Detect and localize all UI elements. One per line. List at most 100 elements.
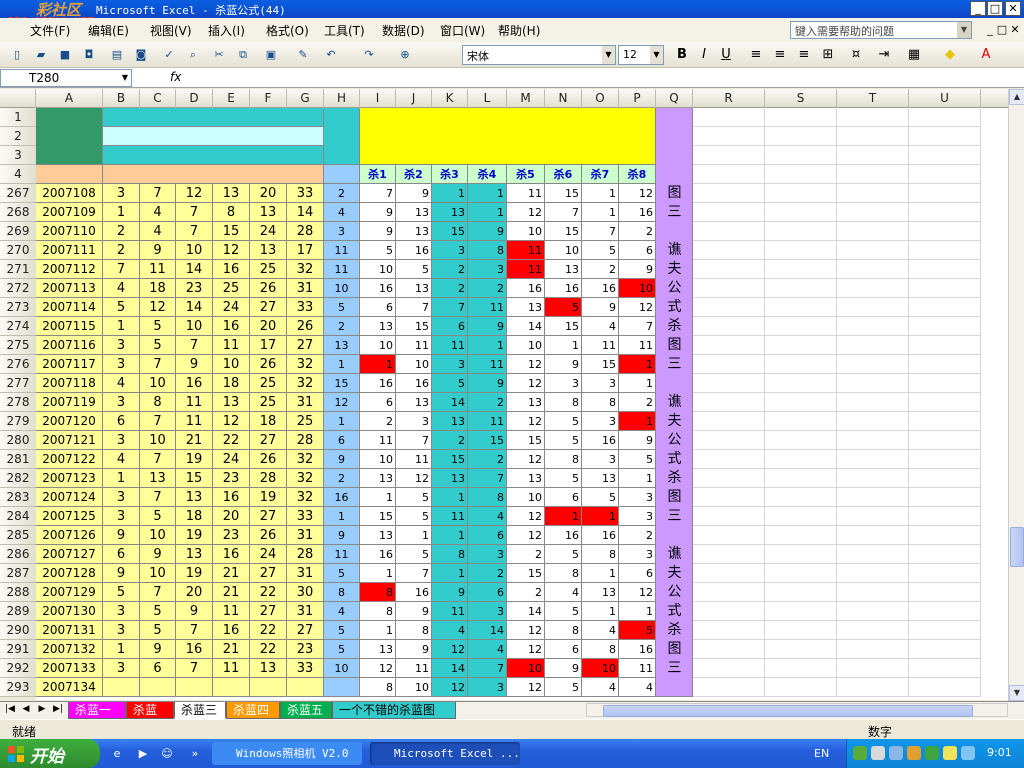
red-ball-cell[interactable]: 32 xyxy=(287,260,324,279)
empty-cell[interactable] xyxy=(837,602,909,621)
kill-cell[interactable]: 13 xyxy=(432,469,468,488)
blue-ball-cell[interactable]: 8 xyxy=(324,583,360,602)
kill-cell[interactable]: 3 xyxy=(582,450,619,469)
kill-cell[interactable]: 11 xyxy=(396,659,432,678)
red-ball-cell[interactable] xyxy=(140,678,176,697)
kill-cell[interactable]: 13 xyxy=(545,260,582,279)
red-ball-cell[interactable]: 6 xyxy=(140,659,176,678)
kill-cell[interactable]: 9 xyxy=(619,431,656,450)
red-ball-cell[interactable]: 18 xyxy=(250,412,287,431)
kill-cell[interactable]: 1 xyxy=(545,507,582,526)
red-ball-cell[interactable]: 25 xyxy=(287,412,324,431)
italic-button[interactable]: I xyxy=(694,46,714,64)
kill-cell[interactable]: 2 xyxy=(468,450,507,469)
align-center-icon[interactable]: ≡ xyxy=(770,46,790,64)
kill-cell[interactable]: 10 xyxy=(507,659,545,678)
copy-icon[interactable]: ⧉ xyxy=(234,46,252,64)
red-ball-cell[interactable]: 6 xyxy=(103,545,140,564)
empty-cell[interactable] xyxy=(765,488,837,507)
blue-ball-cell[interactable]: 13 xyxy=(324,336,360,355)
column-header[interactable]: K xyxy=(432,89,468,108)
red-ball-cell[interactable]: 26 xyxy=(250,279,287,298)
empty-cell[interactable] xyxy=(837,640,909,659)
kill-cell[interactable]: 11 xyxy=(432,336,468,355)
column-header[interactable]: F xyxy=(250,89,287,108)
column-header[interactable]: J xyxy=(396,89,432,108)
red-ball-cell[interactable]: 25 xyxy=(250,374,287,393)
kill-cell[interactable]: 4 xyxy=(582,678,619,697)
kill-cell[interactable]: 15 xyxy=(360,507,396,526)
kill-cell[interactable]: 8 xyxy=(468,241,507,260)
empty-cell[interactable] xyxy=(837,488,909,507)
red-ball-cell[interactable]: 33 xyxy=(287,298,324,317)
period-cell[interactable]: 2007120 xyxy=(36,412,103,431)
red-ball-cell[interactable]: 5 xyxy=(140,602,176,621)
red-ball-cell[interactable]: 24 xyxy=(250,222,287,241)
empty-cell[interactable] xyxy=(765,659,837,678)
empty-cell[interactable] xyxy=(693,336,765,355)
kill-cell[interactable]: 9 xyxy=(396,602,432,621)
kill-cell[interactable]: 8 xyxy=(396,621,432,640)
empty-cell[interactable] xyxy=(765,127,837,146)
kill-cell[interactable]: 2 xyxy=(360,412,396,431)
period-cell[interactable]: 2007118 xyxy=(36,374,103,393)
empty-cell[interactable] xyxy=(765,621,837,640)
red-ball-cell[interactable]: 13 xyxy=(176,488,213,507)
kill-cell[interactable]: 11 xyxy=(396,336,432,355)
red-ball-cell[interactable]: 19 xyxy=(250,488,287,507)
kill-cell[interactable]: 6 xyxy=(468,583,507,602)
menu-item[interactable]: 数据(D) xyxy=(382,22,425,39)
kill-cell[interactable]: 7 xyxy=(545,203,582,222)
red-ball-cell[interactable]: 16 xyxy=(213,317,250,336)
chevron-down-icon[interactable]: ▼ xyxy=(957,22,971,38)
red-ball-cell[interactable]: 15 xyxy=(176,469,213,488)
horizontal-scroll-thumb[interactable] xyxy=(603,705,973,717)
kill-cell[interactable]: 12 xyxy=(619,184,656,203)
empty-cell[interactable] xyxy=(693,450,765,469)
empty-cell[interactable] xyxy=(909,564,981,583)
blue-ball-cell[interactable]: 5 xyxy=(324,564,360,583)
empty-cell[interactable] xyxy=(837,260,909,279)
red-ball-cell[interactable]: 10 xyxy=(213,355,250,374)
kill-cell[interactable]: 7 xyxy=(432,298,468,317)
column-header[interactable]: G xyxy=(287,89,324,108)
kill-cell[interactable]: 2 xyxy=(468,564,507,583)
red-ball-cell[interactable]: 28 xyxy=(287,545,324,564)
red-ball-cell[interactable]: 13 xyxy=(250,203,287,222)
select-all-button[interactable] xyxy=(0,89,36,108)
period-cell[interactable]: 2007121 xyxy=(36,431,103,450)
kill-cell[interactable]: 11 xyxy=(507,260,545,279)
red-ball-cell[interactable]: 16 xyxy=(176,374,213,393)
empty-cell[interactable] xyxy=(765,431,837,450)
red-ball-cell[interactable]: 21 xyxy=(213,640,250,659)
empty-cell[interactable] xyxy=(765,678,837,697)
kill-cell[interactable]: 12 xyxy=(396,469,432,488)
red-ball-cell[interactable]: 12 xyxy=(176,184,213,203)
empty-cell[interactable] xyxy=(765,222,837,241)
empty-cell[interactable] xyxy=(837,621,909,640)
kill-cell[interactable]: 7 xyxy=(396,298,432,317)
period-cell[interactable]: 2007123 xyxy=(36,469,103,488)
empty-cell[interactable] xyxy=(909,374,981,393)
red-ball-cell[interactable]: 9 xyxy=(140,640,176,659)
kill-cell[interactable]: 6 xyxy=(360,393,396,412)
empty-cell[interactable] xyxy=(909,355,981,374)
kill-cell[interactable]: 5 xyxy=(545,602,582,621)
kill-cell[interactable]: 13 xyxy=(507,469,545,488)
scroll-up-icon[interactable]: ▲ xyxy=(1009,89,1024,105)
kill-cell[interactable]: 8 xyxy=(545,450,582,469)
empty-cell[interactable] xyxy=(693,488,765,507)
kill-cell[interactable]: 12 xyxy=(507,621,545,640)
kill-cell[interactable]: 1 xyxy=(360,488,396,507)
kill-cell[interactable]: 11 xyxy=(507,184,545,203)
empty-cell[interactable] xyxy=(693,564,765,583)
row-header[interactable]: 278 xyxy=(0,393,36,412)
kill-cell[interactable]: 4 xyxy=(545,583,582,602)
kill-cell[interactable]: 11 xyxy=(396,450,432,469)
red-ball-cell[interactable]: 1 xyxy=(103,640,140,659)
kill-cell[interactable]: 3 xyxy=(545,374,582,393)
undo-icon[interactable]: ↶ xyxy=(322,46,340,64)
kill-cell[interactable]: 2 xyxy=(507,545,545,564)
kill-cell[interactable]: 10 xyxy=(360,336,396,355)
red-ball-cell[interactable]: 13 xyxy=(176,545,213,564)
